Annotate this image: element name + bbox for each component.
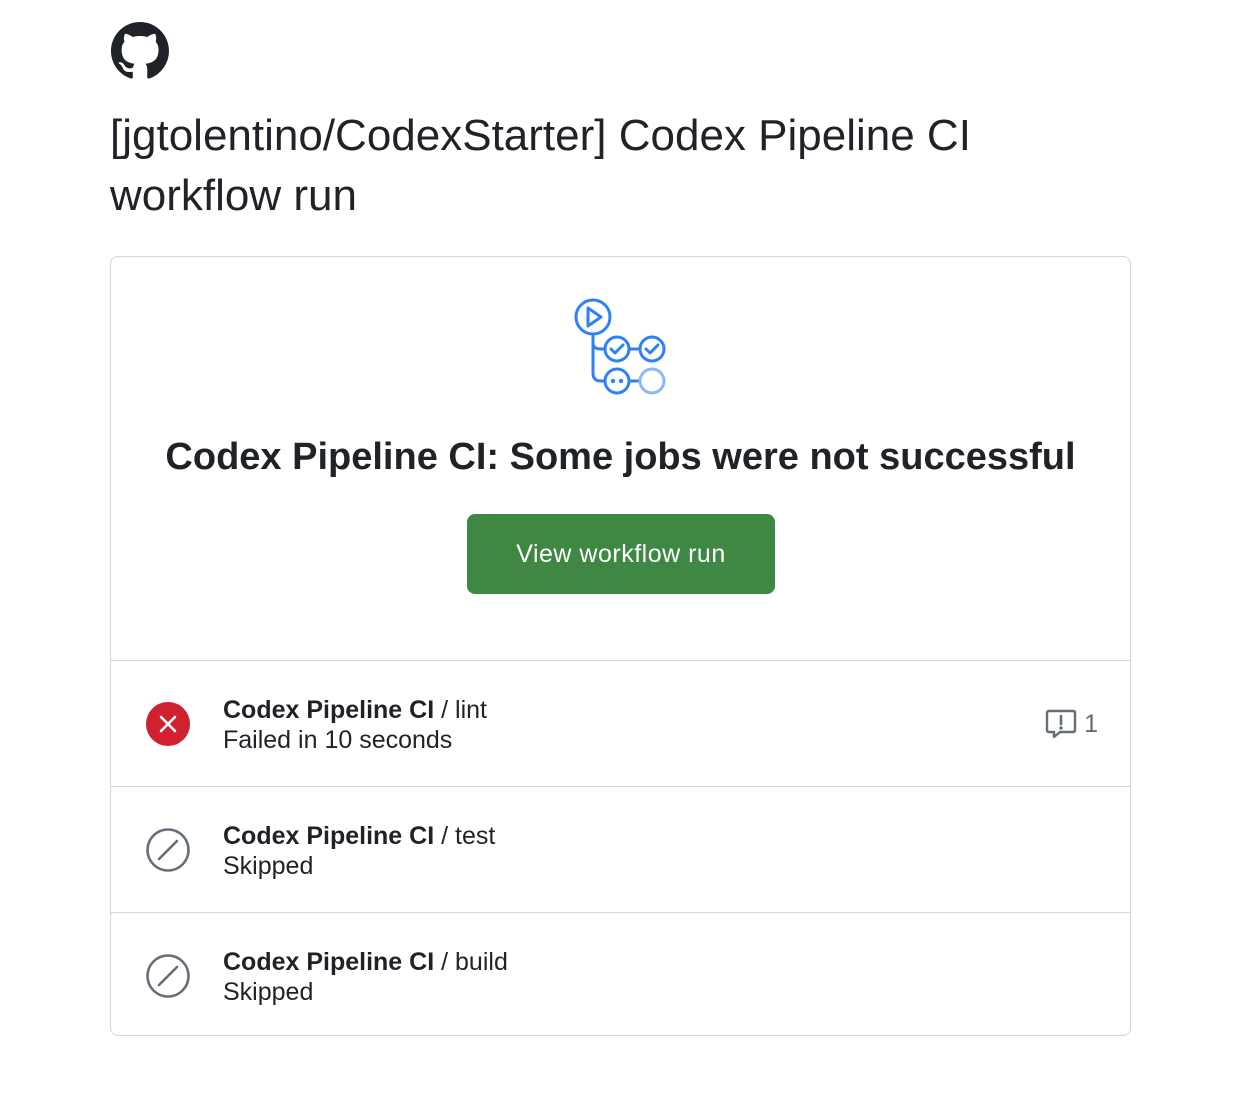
job-row-test[interactable]: Codex Pipeline CI / test Skipped [111,787,1130,913]
job-name: lint [455,696,487,724]
job-row-build[interactable]: Codex Pipeline CI / build Skipped [111,913,1130,1035]
job-workflow-name: Codex Pipeline CI [223,822,435,850]
github-mark-icon[interactable] [110,22,170,80]
comment-alert-icon [1044,707,1078,741]
job-separator: / [441,948,449,976]
run-headline: Codex Pipeline CI: Some jobs were not su… [165,436,1076,478]
job-title: Codex Pipeline CI / build [223,947,508,977]
workflow-run-card: Codex Pipeline CI: Some jobs were not su… [110,256,1131,1036]
job-workflow-name: Codex Pipeline CI [223,696,435,724]
job-text: Codex Pipeline CI / lint Failed in 10 se… [223,695,487,755]
job-name: test [455,822,496,850]
annotation-count[interactable]: 1 [1044,707,1098,741]
x-circle-fill-icon [145,701,191,747]
workflow-run-icon [571,295,675,399]
job-separator: / [441,696,449,724]
job-separator: / [441,822,449,850]
job-row-lint[interactable]: Codex Pipeline CI / lint Failed in 10 se… [111,661,1130,787]
skip-icon [145,827,191,873]
skip-icon [145,953,191,999]
job-title: Codex Pipeline CI / test [223,821,495,851]
job-title: Codex Pipeline CI / lint [223,695,487,725]
job-text: Codex Pipeline CI / test Skipped [223,821,495,881]
run-summary: Codex Pipeline CI: Some jobs were not su… [111,257,1130,661]
job-detail: Failed in 10 seconds [223,726,453,754]
job-name: build [455,948,508,976]
view-workflow-run-button[interactable]: View workflow run [467,514,775,594]
job-workflow-name: Codex Pipeline CI [223,948,435,976]
annotation-count-value: 1 [1084,709,1098,738]
email-title: [jgtolentino/CodexStarter] Codex Pipelin… [110,111,971,220]
job-detail: Skipped [223,852,314,880]
job-text: Codex Pipeline CI / build Skipped [223,947,508,1007]
job-detail: Skipped [223,978,314,1006]
